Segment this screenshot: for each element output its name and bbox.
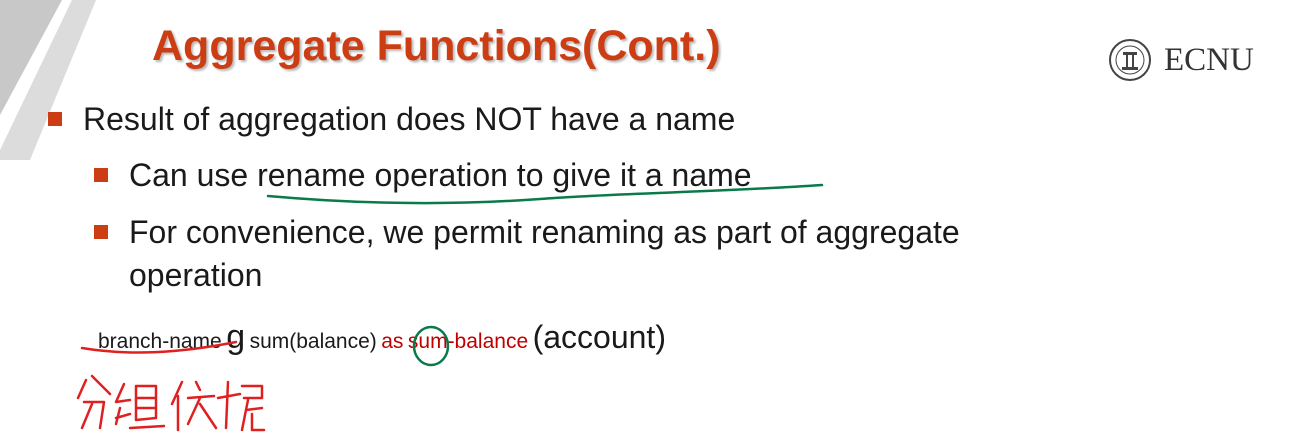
slide-title: Aggregate Functions(Cont.) bbox=[152, 22, 721, 70]
sub-bullet-marker bbox=[94, 168, 108, 182]
sub-bullet-marker bbox=[94, 225, 108, 239]
sub-bullet-text: Can use rename operation to give it a na… bbox=[129, 157, 752, 193]
sub-bullet-text: For convenience, we permit renaming as p… bbox=[129, 214, 960, 250]
as-keyword: as bbox=[381, 330, 404, 353]
logo-text: ECNU bbox=[1164, 41, 1254, 78]
ecnu-logo: ECNU bbox=[1108, 38, 1254, 82]
aggregate-symbol: g bbox=[226, 318, 246, 356]
bullet-marker bbox=[48, 112, 62, 126]
group-attribute: branch-name bbox=[98, 330, 222, 353]
aggregate-formula: branch-name g sum(balance) as sum-balanc… bbox=[98, 318, 666, 357]
aggregate-expression: sum(balance) bbox=[249, 330, 377, 353]
corner-decoration bbox=[0, 0, 96, 160]
handwritten-chinese bbox=[76, 374, 266, 432]
bullet-text: Result of aggregation does NOT have a na… bbox=[83, 101, 736, 137]
relation-name: (account) bbox=[532, 319, 666, 355]
sub-bullet-text-continued: operation bbox=[129, 257, 263, 293]
new-attribute-name: sum-balance bbox=[407, 330, 529, 353]
ecnu-seal-icon bbox=[1109, 39, 1151, 81]
